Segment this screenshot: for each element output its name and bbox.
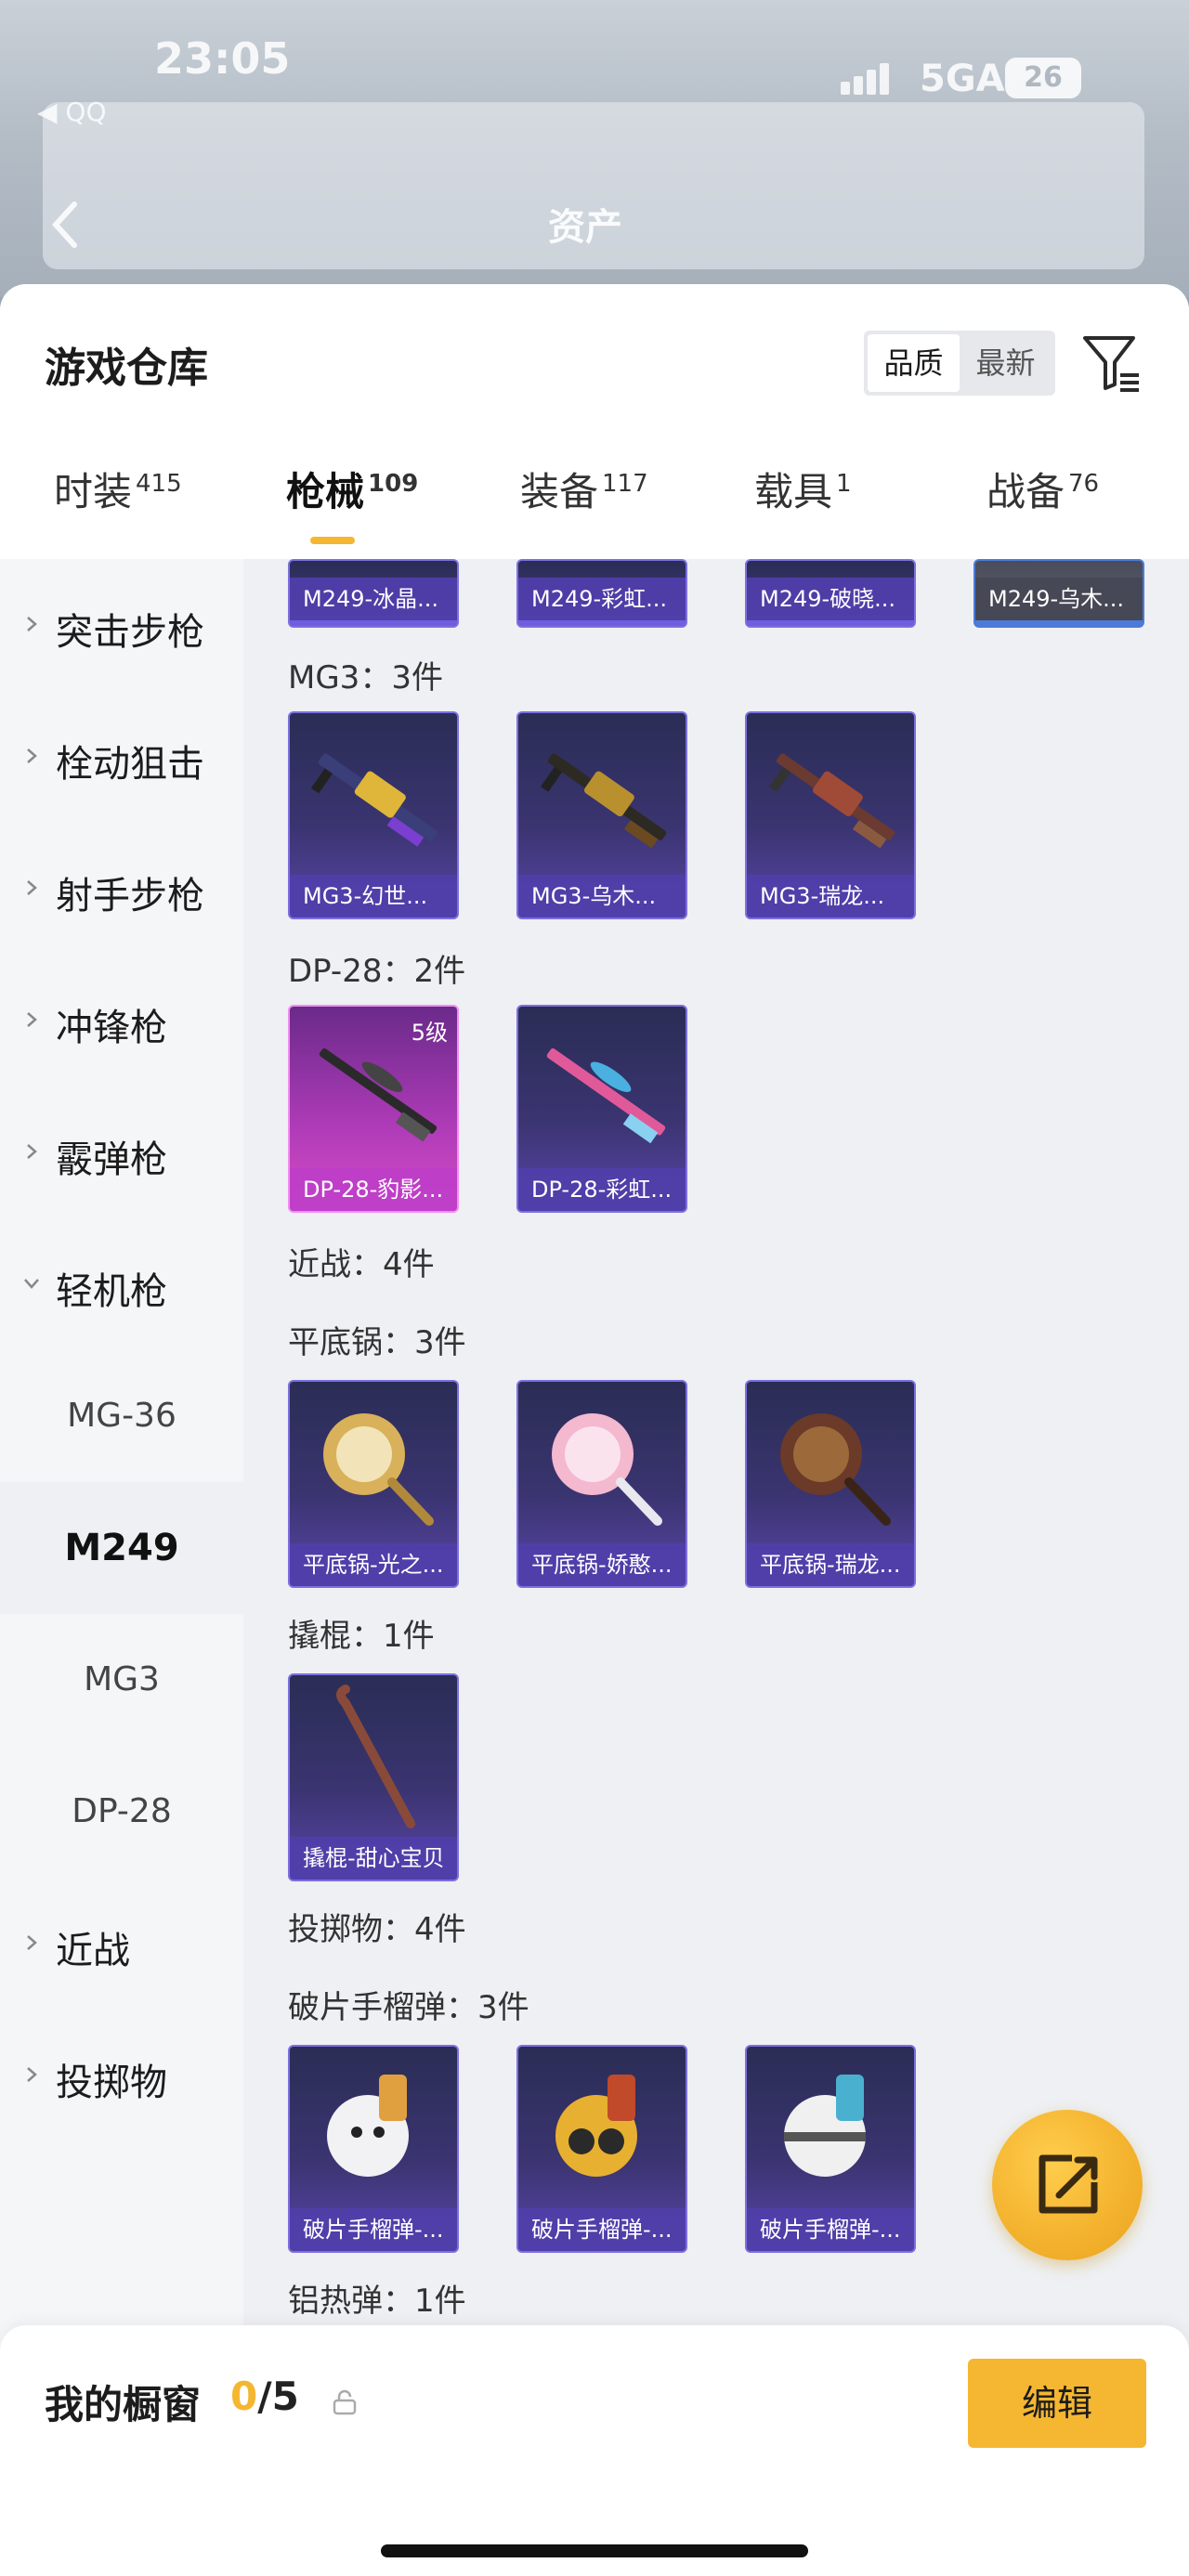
item-card[interactable]: 破片手榴弹-...	[745, 2045, 916, 2253]
lmg-gun-icon	[541, 753, 667, 849]
page-title: 游戏仓库	[45, 345, 208, 392]
edit-button[interactable]: 编辑	[968, 2359, 1146, 2448]
lmg-gun-icon	[546, 1047, 666, 1144]
item-card[interactable]: 平底锅-娇憨...	[516, 1380, 687, 1588]
grenade-icon	[555, 2075, 637, 2177]
sidebar-sub-mg3[interactable]: MG3	[0, 1614, 243, 1746]
group-label-crowbar: 撬棍：1件	[288, 1618, 435, 1655]
sidebar-item-lmg[interactable]: 轻机枪	[0, 1218, 243, 1350]
group-label-throwables: 投掷物：4件	[288, 1911, 466, 1948]
group-label-dp28: DP-28：2件	[288, 953, 466, 990]
chevron-right-icon	[27, 1012, 37, 1027]
category-tabs: 时装 415 枪械 109 装备 117 载具 1 战备 76	[0, 461, 1189, 563]
sidebar-sub-m249[interactable]: M249	[0, 1482, 243, 1614]
battery-indicator: 26	[1005, 58, 1081, 98]
item-card[interactable]: M249-破晓...	[745, 559, 916, 628]
background-title: 资产	[548, 206, 622, 249]
back-to-app-link[interactable]: ◀ QQ	[37, 97, 107, 127]
lock-icon	[333, 2389, 357, 2415]
frying-pan-icon	[780, 1413, 891, 1526]
background-header: 23:05 ◀ QQ 5GA 26 资产	[0, 0, 1189, 297]
frying-pan-icon	[323, 1413, 434, 1526]
tab-equipment[interactable]: 装备 117	[520, 461, 648, 563]
item-card[interactable]: M249-彩虹...	[516, 559, 687, 628]
chevron-right-icon	[27, 880, 37, 895]
status-time: 23:05	[154, 33, 291, 84]
group-label-mg3: MG3：3件	[288, 659, 443, 696]
sort-toggle: 品质 最新	[864, 331, 1055, 396]
sort-newest-option[interactable]: 最新	[960, 334, 1052, 392]
item-grid: M249-冰晶... M249-彩虹... M249-破晓... M249-乌木…	[243, 559, 1189, 2576]
chevron-right-icon	[27, 617, 37, 631]
sidebar-item-throwables[interactable]: 投掷物	[0, 2010, 243, 2141]
chevron-right-icon	[27, 2067, 37, 2082]
showcase-label: 我的橱窗	[45, 2382, 202, 2427]
back-arrow-icon[interactable]	[46, 197, 84, 253]
sidebar-item-shotgun[interactable]: 霰弹枪	[0, 1086, 243, 1218]
grenade-icon	[784, 2075, 866, 2177]
sidebar-item-marksman-rifle[interactable]: 射手步枪	[0, 823, 243, 955]
chevron-right-icon	[27, 1935, 37, 1950]
sidebar-item-smg[interactable]: 冲锋枪	[0, 955, 243, 1086]
tab-gear[interactable]: 战备 76	[986, 461, 1099, 563]
item-card[interactable]: MG3-瑞龙...	[745, 711, 916, 919]
lmg-gun-icon	[319, 1047, 438, 1142]
tab-guns[interactable]: 枪械 109	[286, 461, 418, 563]
active-tab-indicator	[310, 537, 355, 544]
lmg-gun-icon	[310, 753, 438, 847]
signal-icon	[841, 61, 896, 95]
item-card[interactable]: 破片手榴弹-...	[288, 2045, 459, 2253]
sidebar-item-bolt-sniper[interactable]: 栓动狙击	[0, 691, 243, 823]
sidebar-item-assault-rifle[interactable]: 突击步枪	[0, 559, 243, 691]
item-card[interactable]: M249-乌木...	[973, 559, 1144, 628]
group-label-frag-grenade: 破片手榴弹：3件	[288, 1989, 529, 2026]
sidebar-item-melee[interactable]: 近战	[0, 1878, 243, 2010]
lmg-gun-icon	[769, 753, 895, 849]
sidebar-sub-mg36[interactable]: MG-36	[0, 1350, 243, 1482]
filter-icon[interactable]	[1079, 331, 1143, 396]
item-card[interactable]: M249-冰晶...	[288, 559, 459, 628]
sidebar: 突击步枪 栓动狙击 射手步枪 冲锋枪 霰弹枪 轻机枪 MG-36 M249 MG…	[0, 559, 243, 2576]
item-card[interactable]: 平底锅-光之...	[288, 1380, 459, 1588]
home-indicator	[381, 2544, 808, 2557]
item-card[interactable]: 5级 DP-28-豹影...	[288, 1005, 459, 1213]
group-label-melee: 近战：4件	[288, 1246, 435, 1283]
showcase-count: 0/5	[230, 2374, 299, 2419]
group-label-thermite: 铝热弹：1件	[288, 2283, 466, 2320]
showcase-bar: 我的橱窗 0/5 编辑	[0, 2325, 1189, 2576]
network-type: 5GA	[920, 58, 1005, 100]
tab-fashion[interactable]: 时装 415	[54, 461, 182, 563]
group-label-pan: 平底锅：3件	[288, 1324, 466, 1361]
item-card[interactable]: 撬棍-甜心宝贝	[288, 1673, 459, 1881]
sidebar-sub-dp28[interactable]: DP-28	[0, 1746, 243, 1878]
chevron-right-icon	[27, 748, 37, 763]
item-card[interactable]: 破片手榴弹-...	[516, 2045, 687, 2253]
chevron-down-icon	[24, 1279, 39, 1289]
share-icon	[1039, 2154, 1098, 2214]
item-card[interactable]: MG3-乌木...	[516, 711, 687, 919]
item-card[interactable]: MG3-幻世...	[288, 711, 459, 919]
item-card[interactable]: DP-28-彩虹...	[516, 1005, 687, 1213]
crowbar-icon	[336, 1685, 415, 1828]
frying-pan-icon	[552, 1413, 662, 1526]
tab-vehicles[interactable]: 载具 1	[754, 461, 852, 563]
item-card[interactable]: 平底锅-瑞龙...	[745, 1380, 916, 1588]
chevron-right-icon	[27, 1144, 37, 1159]
sort-quality-option[interactable]: 品质	[868, 334, 960, 392]
grenade-icon	[327, 2075, 409, 2177]
sheet-header: 游戏仓库 品质 最新 时装 415 枪械 109 装备 117 载具 1 战备 76	[0, 284, 1189, 559]
share-button[interactable]	[992, 2110, 1143, 2260]
